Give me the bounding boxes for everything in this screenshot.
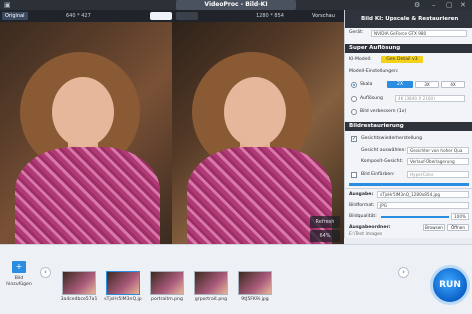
device-label: Gerät: xyxy=(349,30,364,35)
title-bar: ▣ VideoProc - Bild-KI ⚙ – ▢ ✕ xyxy=(0,0,472,10)
resolution-select[interactable]: 4K (3840 X 2160) xyxy=(395,95,465,102)
thumb-3-name: portraitm.png xyxy=(151,297,183,302)
scale-radio[interactable] xyxy=(351,82,357,88)
settings-label: Modell-Einstellungen: xyxy=(349,69,399,74)
thumb-4-name: grportrait.png xyxy=(194,297,228,302)
quality-slider-fill xyxy=(381,216,449,218)
improve-radio[interactable] xyxy=(351,109,357,115)
section-upscale: Super Auflösung xyxy=(345,44,472,53)
app-window: ▣ VideoProc - Bild-KI ⚙ – ▢ ✕ Original 6… xyxy=(0,0,472,314)
face-select[interactable]: Gesichter von hoher Qua xyxy=(407,147,469,154)
scroll-right-button[interactable]: › xyxy=(398,267,409,278)
thumb-4[interactable] xyxy=(194,271,228,295)
colorize-select[interactable]: HyperColor xyxy=(407,171,469,178)
colorize-checkbox[interactable] xyxy=(351,172,357,178)
scale-2x-button[interactable]: 2X xyxy=(387,81,413,88)
thumb-2[interactable] xyxy=(106,271,140,295)
window-title: VideoProc - Bild-KI xyxy=(176,0,296,10)
preview-bar: Original 640 * 427 1280 * 854 Vorschau xyxy=(0,10,344,22)
format-select[interactable]: JPG xyxy=(377,202,469,209)
composite-select[interactable]: Verlauf-Überlagerung xyxy=(407,158,469,165)
quality-value[interactable]: 100% xyxy=(451,213,469,220)
settings-panel: Bild KI: Upscale & Restaurieren Gerät: N… xyxy=(344,10,472,238)
add-image-button[interactable]: + Bild hinzufügen xyxy=(4,261,34,297)
add-image-label: Bild hinzufügen xyxy=(6,276,32,287)
quality-slider[interactable] xyxy=(381,216,449,218)
zoom-level[interactable]: 64% xyxy=(310,230,340,242)
original-tag: Original xyxy=(2,12,28,20)
section-restore: Bildrestaurierung xyxy=(345,122,472,131)
add-image-icon: + xyxy=(12,261,26,273)
thumb-1-name: 3a4ce4bce57a1 xyxy=(60,297,98,302)
model-label: KI-Modell: xyxy=(349,57,372,62)
thumb-5[interactable] xyxy=(238,271,272,295)
close-icon[interactable]: ✕ xyxy=(460,1,466,9)
composite-label: Komposit-Gesicht: xyxy=(361,159,403,164)
original-image xyxy=(0,22,172,244)
thumb-3[interactable] xyxy=(150,271,184,295)
panel-divider xyxy=(345,188,472,189)
resolution-radio[interactable] xyxy=(351,96,357,102)
split-view-toggle[interactable] xyxy=(150,12,172,20)
folder-path: E:\Test images xyxy=(349,232,383,237)
scale-label: Skala xyxy=(360,82,373,87)
maximize-icon[interactable]: ▢ xyxy=(446,1,453,9)
improve-label: Bild verbessern (1x) xyxy=(360,109,407,114)
device-select[interactable]: NVIDIA GeForce GTX 980 xyxy=(371,30,467,37)
output-dims: 1280 * 854 xyxy=(256,13,284,19)
face-select-label: Gesicht auswählen: xyxy=(361,148,406,153)
app-logo-icon: ▣ xyxy=(4,1,11,9)
scale-3x-button[interactable]: 3X xyxy=(415,81,439,88)
thumb-1[interactable] xyxy=(62,271,96,295)
refresh-button[interactable]: Refresh xyxy=(310,216,340,228)
face-label: Gesichtswiederherstellung xyxy=(361,136,423,141)
face-checkbox[interactable]: ✓ xyxy=(351,136,357,142)
open-button[interactable]: Öffnen xyxy=(447,224,469,231)
folder-label: Ausgabeordner: xyxy=(349,225,391,230)
quality-label: Bildqualität: xyxy=(349,214,377,219)
panel-header: Bild KI: Upscale & Restaurieren xyxy=(345,10,472,28)
restore-progress xyxy=(349,183,469,186)
scroll-left-button[interactable]: ‹ xyxy=(40,267,51,278)
format-label: Bildformat: xyxy=(349,203,375,208)
settings-icon[interactable]: ⚙ xyxy=(414,1,420,9)
media-strip: + Bild hinzufügen ‹ 3a4ce4bce57a1 sTjsHr… xyxy=(0,244,472,314)
compare-view-toggle[interactable] xyxy=(176,12,198,20)
colorize-label: Bild Einfärben: xyxy=(361,172,395,177)
preview-image: Refresh 64% xyxy=(172,22,344,244)
minimize-icon[interactable]: – xyxy=(432,1,436,9)
thumb-2-name: sTjsHr5lM3nQ.jp xyxy=(104,297,142,302)
panel-title: Bild KI: Upscale & Restaurieren xyxy=(361,16,459,22)
output-label: Ausgabe: xyxy=(349,192,374,197)
output-filename[interactable]: sTjsHr5lM3nQ_1280x854.jpg xyxy=(377,191,469,198)
browse-button[interactable]: Browsen xyxy=(423,224,445,231)
preview-label: Vorschau xyxy=(312,13,335,19)
original-dims: 640 * 427 xyxy=(66,13,91,19)
scale-4x-button[interactable]: 4X xyxy=(441,81,465,88)
run-button[interactable]: RUN xyxy=(430,265,470,305)
model-select[interactable]: Gen Detail v3 xyxy=(381,56,423,63)
thumb-5-name: 9tJ5FK9i.jpg xyxy=(241,297,269,302)
resolution-label: Auflösung xyxy=(360,96,383,101)
